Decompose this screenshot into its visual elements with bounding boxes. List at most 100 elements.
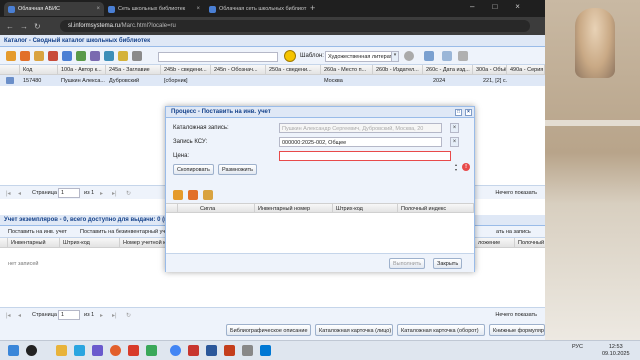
- reload-icon[interactable]: ↻: [34, 22, 41, 31]
- chevron-down-icon[interactable]: ▾: [391, 51, 399, 62]
- execute-button[interactable]: Выполнить: [389, 258, 426, 269]
- column-header-select[interactable]: [0, 65, 20, 75]
- columns-icon[interactable]: [442, 51, 452, 61]
- prev-page-icon[interactable]: ◂: [18, 312, 21, 319]
- chrome-icon[interactable]: [170, 345, 181, 356]
- close-tab-icon[interactable]: ×: [96, 6, 100, 12]
- tag-icon[interactable]: [118, 51, 128, 61]
- column-header[interactable]: Штрих-код: [333, 204, 398, 213]
- download-icon[interactable]: [424, 51, 434, 61]
- close-button[interactable]: Закрыть: [433, 258, 463, 269]
- last-page-icon[interactable]: ▸|: [112, 190, 117, 197]
- column-header[interactable]: 100a - Автор к...: [58, 65, 106, 75]
- start-icon[interactable]: [8, 345, 19, 356]
- help-icon[interactable]: [458, 51, 468, 61]
- inventory-button[interactable]: Поставить на инв. учет: [8, 229, 67, 235]
- column-header[interactable]: 260b - Издател...: [373, 65, 423, 75]
- close-window-icon[interactable]: ×: [515, 2, 520, 11]
- powerpoint-icon[interactable]: [224, 345, 235, 356]
- add-icon[interactable]: [173, 190, 183, 200]
- forward-icon[interactable]: →: [20, 22, 28, 31]
- ksu-record-field[interactable]: 000000:2025-002, Общее: [279, 137, 442, 147]
- file-explorer-icon[interactable]: [56, 345, 67, 356]
- acrobat-icon[interactable]: [188, 345, 199, 356]
- url-field[interactable]: sl.informsystema.ru/Marc.html?locale=ru: [60, 20, 530, 32]
- settings-icon[interactable]: [132, 51, 142, 61]
- multiply-button[interactable]: Размножить: [218, 164, 257, 175]
- gear-icon[interactable]: [404, 51, 414, 61]
- bibliographic-description-button[interactable]: Библиографическое описание: [226, 324, 311, 336]
- firefox-icon[interactable]: [110, 345, 121, 356]
- app-icon[interactable]: [242, 345, 253, 356]
- column-header[interactable]: Инвентарный номер: [255, 204, 333, 213]
- column-header[interactable]: Сигла: [178, 204, 255, 213]
- export-icon[interactable]: [62, 51, 72, 61]
- filter-icon[interactable]: [76, 51, 86, 61]
- last-page-icon[interactable]: ▸|: [112, 312, 117, 319]
- column-header[interactable]: 245a - Заглавие: [106, 65, 161, 75]
- column-header[interactable]: 490a - Серия: [507, 65, 545, 75]
- prev-page-icon[interactable]: ◂: [18, 190, 21, 197]
- record-button[interactable]: ать на запись: [496, 229, 531, 235]
- table-row[interactable]: 157480 Пушкин Алекса... Дубровский [сбор…: [0, 75, 545, 86]
- column-header[interactable]: Полочный индекс: [515, 238, 545, 248]
- browser-tab-school-network[interactable]: Сеть школьных библиотек ×: [104, 2, 204, 16]
- browser-tab-cloud-network[interactable]: Облачная сеть школьных библиот ×: [205, 2, 307, 16]
- viber-icon[interactable]: [92, 345, 103, 356]
- column-header[interactable]: 300a - Объём: [473, 65, 507, 75]
- column-header[interactable]: 260a - Место п...: [321, 65, 373, 75]
- copy-button[interactable]: Скопировать: [173, 164, 214, 175]
- telegram-icon[interactable]: [74, 345, 85, 356]
- column-header[interactable]: Номер учетной к: [120, 238, 166, 248]
- next-page-icon[interactable]: ▸: [100, 190, 103, 197]
- messenger-icon[interactable]: [146, 345, 157, 356]
- book-forms-button[interactable]: Книжные формуляры: [489, 324, 545, 336]
- clear-icon[interactable]: ×: [450, 137, 459, 147]
- column-header[interactable]: Штрих-код: [60, 238, 120, 248]
- column-header[interactable]: Код: [20, 65, 58, 75]
- price-input[interactable]: [279, 151, 451, 161]
- column-header[interactable]: Полочный индекс: [398, 204, 474, 213]
- page-number-input[interactable]: 1: [58, 310, 80, 320]
- browser-tab-abis[interactable]: Облачная АБИС ×: [4, 2, 104, 16]
- template-select[interactable]: Художественная литерат: [325, 51, 397, 62]
- print-icon[interactable]: [104, 51, 114, 61]
- minimize-icon[interactable]: –: [470, 2, 474, 11]
- column-header[interactable]: ложение: [475, 238, 515, 248]
- yandex-icon[interactable]: [128, 345, 139, 356]
- maximize-icon[interactable]: □: [455, 109, 462, 116]
- column-header[interactable]: Инвентарный: [8, 238, 60, 248]
- first-page-icon[interactable]: |◂: [6, 312, 11, 319]
- search-options-icon[interactable]: [90, 51, 100, 61]
- price-stepper-icon[interactable]: ▴ ▾: [453, 162, 459, 172]
- add-record-icon[interactable]: [6, 51, 16, 61]
- next-page-icon[interactable]: ▸: [100, 312, 103, 319]
- delete-record-icon[interactable]: [48, 51, 58, 61]
- catalog-search-input[interactable]: [158, 52, 278, 62]
- new-tab-icon[interactable]: +: [310, 3, 315, 13]
- system-clock[interactable]: 12:53 09.10.2025: [602, 344, 630, 358]
- column-header[interactable]: 250a - сведени...: [266, 65, 321, 75]
- edit-record-icon[interactable]: [20, 51, 30, 61]
- catalog-card-front-button[interactable]: Каталожная карточка (лицо): [315, 324, 393, 336]
- close-tab-icon[interactable]: ×: [196, 6, 200, 12]
- delete-icon[interactable]: [203, 190, 213, 200]
- column-header[interactable]: 260c - Дата изд...: [423, 65, 473, 75]
- non-inventory-button[interactable]: Поставить на безинвентарный уч: [80, 229, 165, 235]
- close-icon[interactable]: ×: [465, 109, 472, 116]
- first-page-icon[interactable]: |◂: [6, 190, 11, 197]
- edge-icon[interactable]: [260, 345, 271, 356]
- language-indicator[interactable]: РУС: [572, 344, 583, 350]
- search-icon[interactable]: [26, 345, 37, 356]
- clear-icon[interactable]: ×: [450, 123, 459, 133]
- word-icon[interactable]: [206, 345, 217, 356]
- column-header[interactable]: 245n - Обознач...: [211, 65, 266, 75]
- column-header-select[interactable]: [166, 204, 178, 213]
- copy-record-icon[interactable]: [34, 51, 44, 61]
- back-icon[interactable]: ←: [6, 22, 14, 31]
- maximize-icon[interactable]: □: [492, 2, 497, 11]
- refresh-icon[interactable]: ↻: [126, 190, 131, 197]
- column-header-select[interactable]: [0, 238, 8, 248]
- page-number-input[interactable]: 1: [58, 188, 80, 198]
- refresh-icon[interactable]: ↻: [126, 312, 131, 319]
